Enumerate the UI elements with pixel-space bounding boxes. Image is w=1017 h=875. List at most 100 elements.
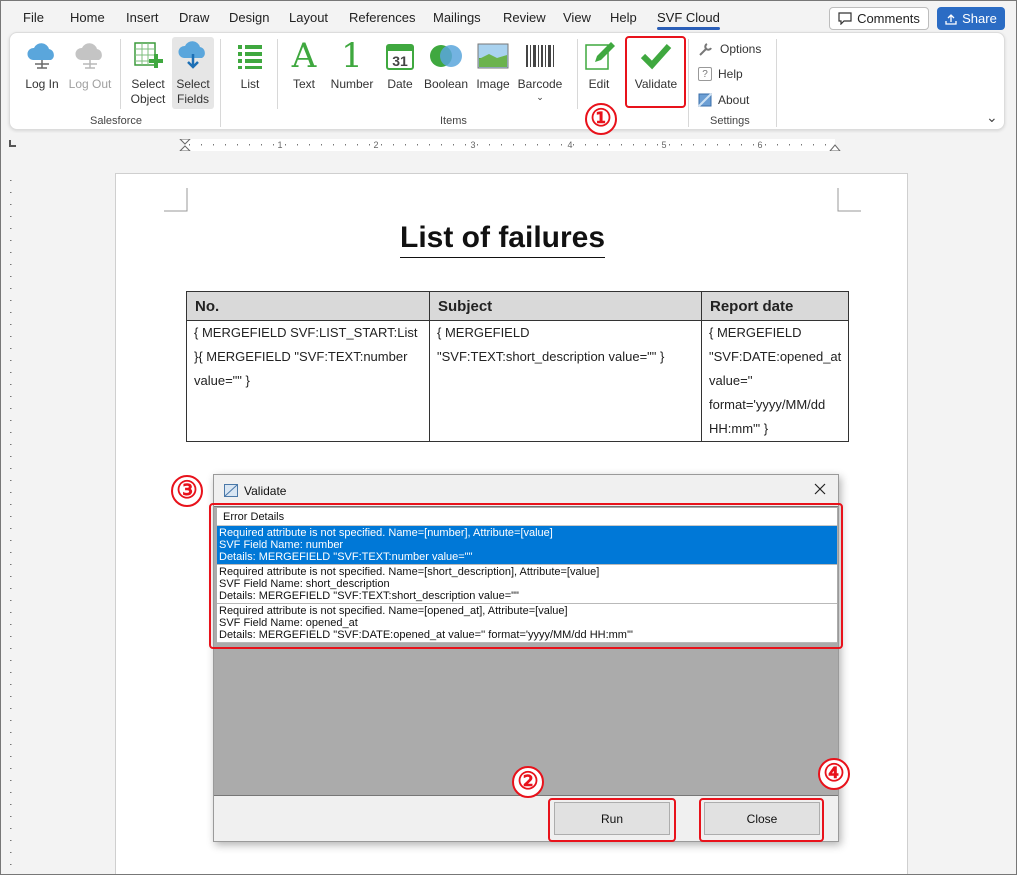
tab-draw[interactable]: Draw: [179, 10, 209, 25]
group-label-settings: Settings: [710, 115, 750, 127]
vruler-tick: [10, 588, 12, 589]
select-object-button[interactable]: Select Object: [126, 37, 170, 109]
date-button[interactable]: 31 Date: [383, 37, 417, 109]
vruler-tick: [10, 492, 12, 493]
ruler-tick: [333, 144, 334, 146]
about-label: About: [718, 93, 750, 107]
comments-button[interactable]: Comments: [829, 7, 929, 30]
tab-stop-icon[interactable]: [9, 140, 16, 147]
logout-button[interactable]: Log Out: [66, 37, 114, 109]
vruler-tick: [10, 804, 12, 805]
ruler-tick: [345, 144, 346, 146]
ruler-tick: [321, 144, 322, 146]
table-cell-subject[interactable]: { MERGEFIELD "SVF:TEXT:short_description…: [429, 320, 702, 442]
vruler-tick: [10, 624, 12, 625]
vruler-tick: [10, 240, 12, 241]
edit-button[interactable]: Edit: [581, 37, 617, 109]
callout-box-errors: [209, 503, 843, 649]
ruler-tick: [489, 144, 490, 146]
vruler-tick: [10, 468, 12, 469]
margin-corner-tl: [164, 188, 188, 212]
tab-help[interactable]: Help: [610, 10, 637, 25]
vruler-tick: [10, 360, 12, 361]
dialog-app-icon: [224, 484, 238, 497]
vruler-tick: [10, 768, 12, 769]
select-fields-button[interactable]: Select Fields: [172, 37, 214, 109]
ruler-tick: [261, 144, 262, 146]
ribbon-collapse-chevron-icon[interactable]: ⌄: [986, 109, 998, 126]
text-button[interactable]: A Text: [287, 37, 321, 109]
select-fields-label-1: Select: [176, 77, 210, 91]
boolean-button[interactable]: Boolean: [422, 37, 470, 109]
tab-view[interactable]: View: [563, 10, 591, 25]
tab-design[interactable]: Design: [229, 10, 269, 25]
ruler-tick: [561, 144, 562, 146]
horizontal-ruler[interactable]: 1 2 3 4 5 6: [112, 139, 852, 151]
callout-box-validate: [625, 36, 686, 108]
tab-review[interactable]: Review: [503, 10, 546, 25]
share-button[interactable]: Share: [937, 7, 1005, 30]
ruler-number-6: 6: [757, 140, 762, 150]
table-add-icon: [131, 37, 165, 75]
vruler-tick: [10, 816, 12, 817]
comments-label: Comments: [857, 11, 920, 26]
vruler-tick: [10, 180, 12, 181]
vruler-tick: [10, 192, 12, 193]
ruler-tick: [717, 144, 718, 146]
vruler-tick: [10, 636, 12, 637]
table-cell-no[interactable]: { MERGEFIELD SVF:LIST_START:List }{ MERG…: [186, 320, 430, 442]
select-fields-label-2: Fields: [176, 92, 209, 106]
ruler-tick: [669, 144, 670, 146]
ruler-tick: [681, 144, 682, 146]
ruler-tick: [213, 144, 214, 146]
barcode-button[interactable]: Barcode ⌄: [516, 37, 564, 109]
list-button[interactable]: List: [232, 37, 268, 109]
vruler-tick: [10, 540, 12, 541]
number-button[interactable]: 1 Number: [327, 37, 377, 109]
vruler-tick: [10, 672, 12, 673]
tab-references[interactable]: References: [349, 10, 415, 25]
table-cell-report-date[interactable]: { MERGEFIELD "SVF:DATE:opened_at value='…: [700, 320, 850, 442]
ruler-tick: [285, 144, 286, 146]
options-button[interactable]: Options: [698, 41, 761, 57]
ruler-tick: [249, 144, 250, 146]
ruler-number-5: 5: [661, 140, 666, 150]
help-button[interactable]: ? Help: [698, 67, 743, 81]
image-button[interactable]: Image: [474, 37, 512, 109]
tab-file[interactable]: File: [23, 10, 44, 25]
dialog-close-button[interactable]: [810, 479, 830, 499]
vruler-tick: [10, 312, 12, 313]
barcode-label: Barcode: [517, 77, 563, 91]
vruler-tick: [10, 576, 12, 577]
tab-layout[interactable]: Layout: [289, 10, 328, 25]
login-button[interactable]: Log In: [22, 37, 62, 109]
ruler-tick: [537, 144, 538, 146]
ruler-tick: [753, 144, 754, 146]
vruler-tick: [10, 252, 12, 253]
edit-label: Edit: [588, 77, 610, 91]
menu-bar: File Home Insert Draw Design Layout Refe…: [0, 0, 1017, 34]
vruler-tick: [10, 276, 12, 277]
tab-home[interactable]: Home: [70, 10, 105, 25]
tab-insert[interactable]: Insert: [126, 10, 159, 25]
ribbon: Log In Log Out Select Object Select Fiel…: [9, 32, 1005, 130]
vruler-tick: [10, 396, 12, 397]
vruler-tick: [10, 864, 12, 865]
chevron-down-icon[interactable]: ⌄: [536, 92, 544, 102]
ruler-tick: [189, 144, 190, 146]
vruler-tick: [10, 564, 12, 565]
margin-corner-tr: [837, 188, 861, 212]
document-table: No. Subject Report date { MERGEFIELD SVF…: [186, 291, 850, 442]
tab-mailings[interactable]: Mailings: [433, 10, 481, 25]
calendar-icon: 31: [383, 37, 417, 75]
wrench-icon: [699, 43, 712, 56]
tab-svf-cloud[interactable]: SVF Cloud: [657, 10, 720, 30]
ruler-tick: [825, 144, 826, 146]
vertical-ruler[interactable]: [4, 175, 18, 875]
options-label: Options: [720, 42, 762, 56]
ruler-tick: [801, 144, 802, 146]
vruler-tick: [10, 720, 12, 721]
vruler-tick: [10, 456, 12, 457]
vruler-tick: [10, 420, 12, 421]
about-button[interactable]: About: [698, 93, 749, 107]
